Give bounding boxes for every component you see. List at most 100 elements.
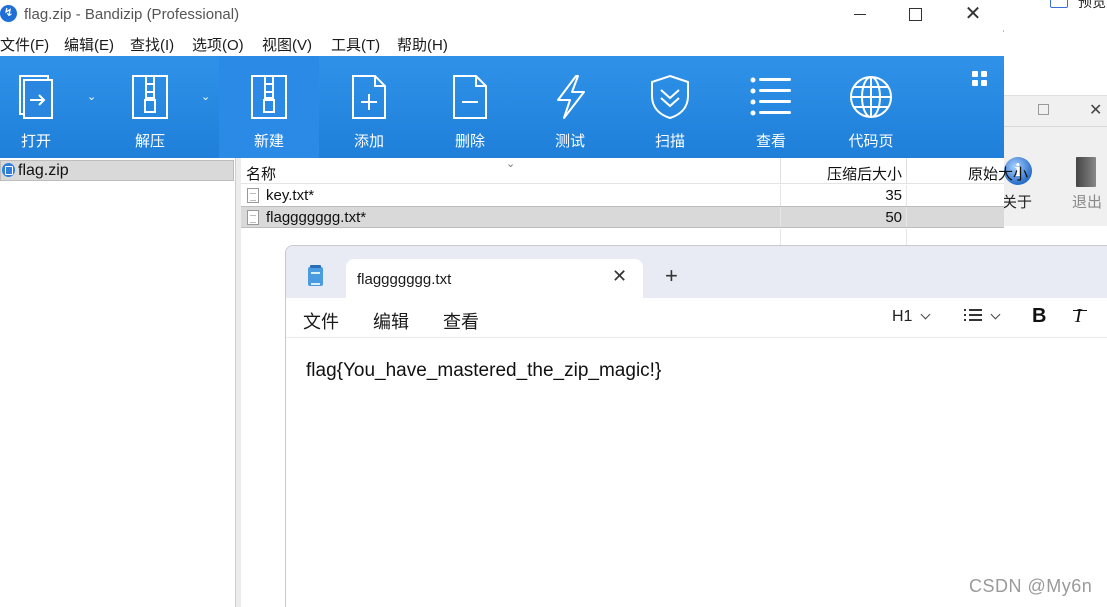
inner-window-controls: ✕	[1038, 100, 1102, 120]
menu-file[interactable]: 文件(F)	[0, 34, 49, 55]
toolbar-codepage-button[interactable]: 代码页	[821, 56, 921, 158]
column-name-header[interactable]: 名称	[246, 163, 276, 184]
toolbar-open-button[interactable]: 打开	[0, 56, 86, 158]
menu-find[interactable]: 查找(I)	[130, 34, 174, 55]
toolbar-scan-label: 扫描	[654, 133, 685, 150]
zip-archive-icon	[2, 163, 15, 177]
view-list-icon	[750, 77, 791, 116]
toolbar-add-button[interactable]: 添加	[319, 56, 419, 158]
new-tab-button[interactable]: +	[665, 263, 678, 289]
menu-bar: 文件(F) 编辑(E) 查找(I) 选项(O) 视图(V) 工具(T) 帮助(H…	[0, 32, 1004, 56]
close-icon[interactable]: ✕	[1089, 100, 1102, 120]
toolbar-delete-label: 删除	[454, 133, 485, 150]
toolbar-extract-label: 解压	[134, 133, 165, 150]
exit-door-icon[interactable]	[1076, 157, 1096, 187]
scan-shield-icon	[651, 74, 689, 120]
file-packed-size: 50	[885, 209, 902, 226]
maximize-button[interactable]	[900, 3, 930, 25]
notepad-app-icon	[308, 265, 323, 286]
desktop: 预览 ✕ i 关于 退出 ↯ flag.zip - Bandizip (Prof…	[0, 0, 1107, 607]
column-divider	[780, 158, 781, 184]
close-tab-icon[interactable]: ✕	[612, 266, 627, 287]
list-format-button[interactable]	[964, 308, 1001, 326]
heading-select[interactable]: H1	[892, 308, 931, 326]
bold-button[interactable]: B	[1032, 305, 1046, 328]
menu-help[interactable]: 帮助(H)	[397, 34, 448, 55]
file-list-header: 名称 ⌄ 压缩后大小 原始大小	[241, 158, 1028, 184]
title-bar: ↯ flag.zip - Bandizip (Professional) ✕	[0, 0, 1004, 30]
open-icon	[19, 75, 53, 119]
cell-divider	[906, 185, 907, 207]
file-row[interactable]: key.txt* 35	[241, 185, 1004, 207]
text-file-icon	[247, 210, 259, 225]
about-label[interactable]: 关于	[1002, 191, 1032, 212]
toolbar-scan-button[interactable]: 扫描	[620, 56, 720, 158]
toolbar-extract-button[interactable]: 解压	[100, 56, 200, 158]
toolbar-new-label: 新建	[253, 133, 284, 150]
preview-button[interactable]: 预览	[1050, 0, 1106, 12]
toolbar-view-button[interactable]: 查看	[721, 56, 821, 158]
delete-file-icon	[453, 75, 487, 119]
tab-flaggggggg[interactable]: flaggggggg.txt ✕	[346, 259, 643, 298]
cell-divider	[780, 207, 781, 227]
toolbar-codepage-label: 代码页	[848, 133, 894, 150]
codepage-globe-icon	[850, 76, 892, 118]
text-file-icon	[247, 188, 259, 203]
bandizip-logo-icon: ↯	[0, 5, 17, 22]
cell-divider	[906, 207, 907, 227]
column-packed-size-header[interactable]: 压缩后大小	[827, 163, 902, 184]
exit-label[interactable]: 退出	[1072, 191, 1102, 212]
menu-edit[interactable]: 编辑(E)	[64, 34, 114, 55]
menu-view[interactable]: 视图(V)	[262, 34, 312, 55]
menu-tools[interactable]: 工具(T)	[331, 34, 380, 55]
cell-divider	[780, 185, 781, 207]
open-dropdown-chevron-icon[interactable]: ⌄	[87, 90, 96, 103]
italic-button[interactable]: I	[1073, 305, 1087, 328]
toolbar: 打开 ⌄ 解压 ⌄ 新建 添加 删除 测试 扫描 查看 代码页	[0, 56, 1004, 158]
preview-icon	[1050, 0, 1068, 8]
toolbar-add-label: 添加	[353, 133, 384, 150]
notepad-menu-view[interactable]: 查看	[443, 308, 479, 334]
file-row-selected[interactable]: flaggggggg.txt* 50	[241, 206, 1004, 228]
column-original-size-header[interactable]: 原始大小	[968, 163, 1028, 184]
toolbar-delete-button[interactable]: 删除	[420, 56, 520, 158]
tab-bar: flaggggggg.txt ✕ +	[286, 246, 1107, 298]
new-archive-icon	[251, 75, 287, 119]
toolbar-test-label: 测试	[554, 133, 585, 150]
column-divider	[906, 158, 907, 184]
layout-grid-icon[interactable]	[972, 71, 988, 87]
menu-options[interactable]: 选项(O)	[192, 34, 244, 55]
file-packed-size: 35	[885, 187, 902, 204]
test-icon	[557, 75, 585, 119]
preview-button-clip: 预览	[1000, 0, 1107, 14]
file-name: flaggggggg.txt*	[266, 209, 367, 226]
window-title: flag.zip - Bandizip (Professional)	[24, 6, 240, 23]
close-button[interactable]: ✕	[958, 3, 988, 25]
file-name: key.txt*	[266, 187, 315, 204]
document-text[interactable]: flag{You_have_mastered_the_zip_magic!}	[306, 360, 661, 382]
toolbar-test-button[interactable]: 测试	[520, 56, 620, 158]
extract-dropdown-chevron-icon[interactable]: ⌄	[201, 90, 210, 103]
preview-label: 预览	[1078, 0, 1106, 10]
tree-item-flag-zip[interactable]: flag.zip	[0, 160, 234, 181]
minimize-button[interactable]	[845, 3, 875, 25]
sort-chevron-icon: ⌄	[506, 158, 516, 170]
chevron-down-icon	[921, 309, 931, 320]
toolbar-open-label: 打开	[20, 133, 51, 150]
background-window-top	[1000, 0, 1107, 95]
folder-tree: flag.zip	[0, 158, 236, 607]
heading-select-value: H1	[892, 308, 913, 325]
notepad-window: flaggggggg.txt ✕ + 文件 编辑 查看 H1 B I flag{…	[285, 245, 1107, 607]
tab-label: flaggggggg.txt	[357, 271, 452, 288]
toolbar-view-label: 查看	[755, 133, 786, 150]
bullet-list-icon	[964, 309, 982, 321]
notepad-menu-edit[interactable]: 编辑	[373, 308, 409, 334]
add-file-icon	[352, 75, 386, 119]
tree-item-label: flag.zip	[18, 162, 69, 179]
notepad-menu-bar: 文件 编辑 查看 H1 B I	[286, 298, 1107, 338]
toolbar-new-button[interactable]: 新建	[219, 56, 319, 158]
notepad-menu-file[interactable]: 文件	[303, 308, 339, 334]
chevron-down-icon	[990, 309, 1001, 320]
maximize-icon[interactable]	[1038, 104, 1049, 115]
watermark: CSDN @My6n	[969, 576, 1093, 596]
